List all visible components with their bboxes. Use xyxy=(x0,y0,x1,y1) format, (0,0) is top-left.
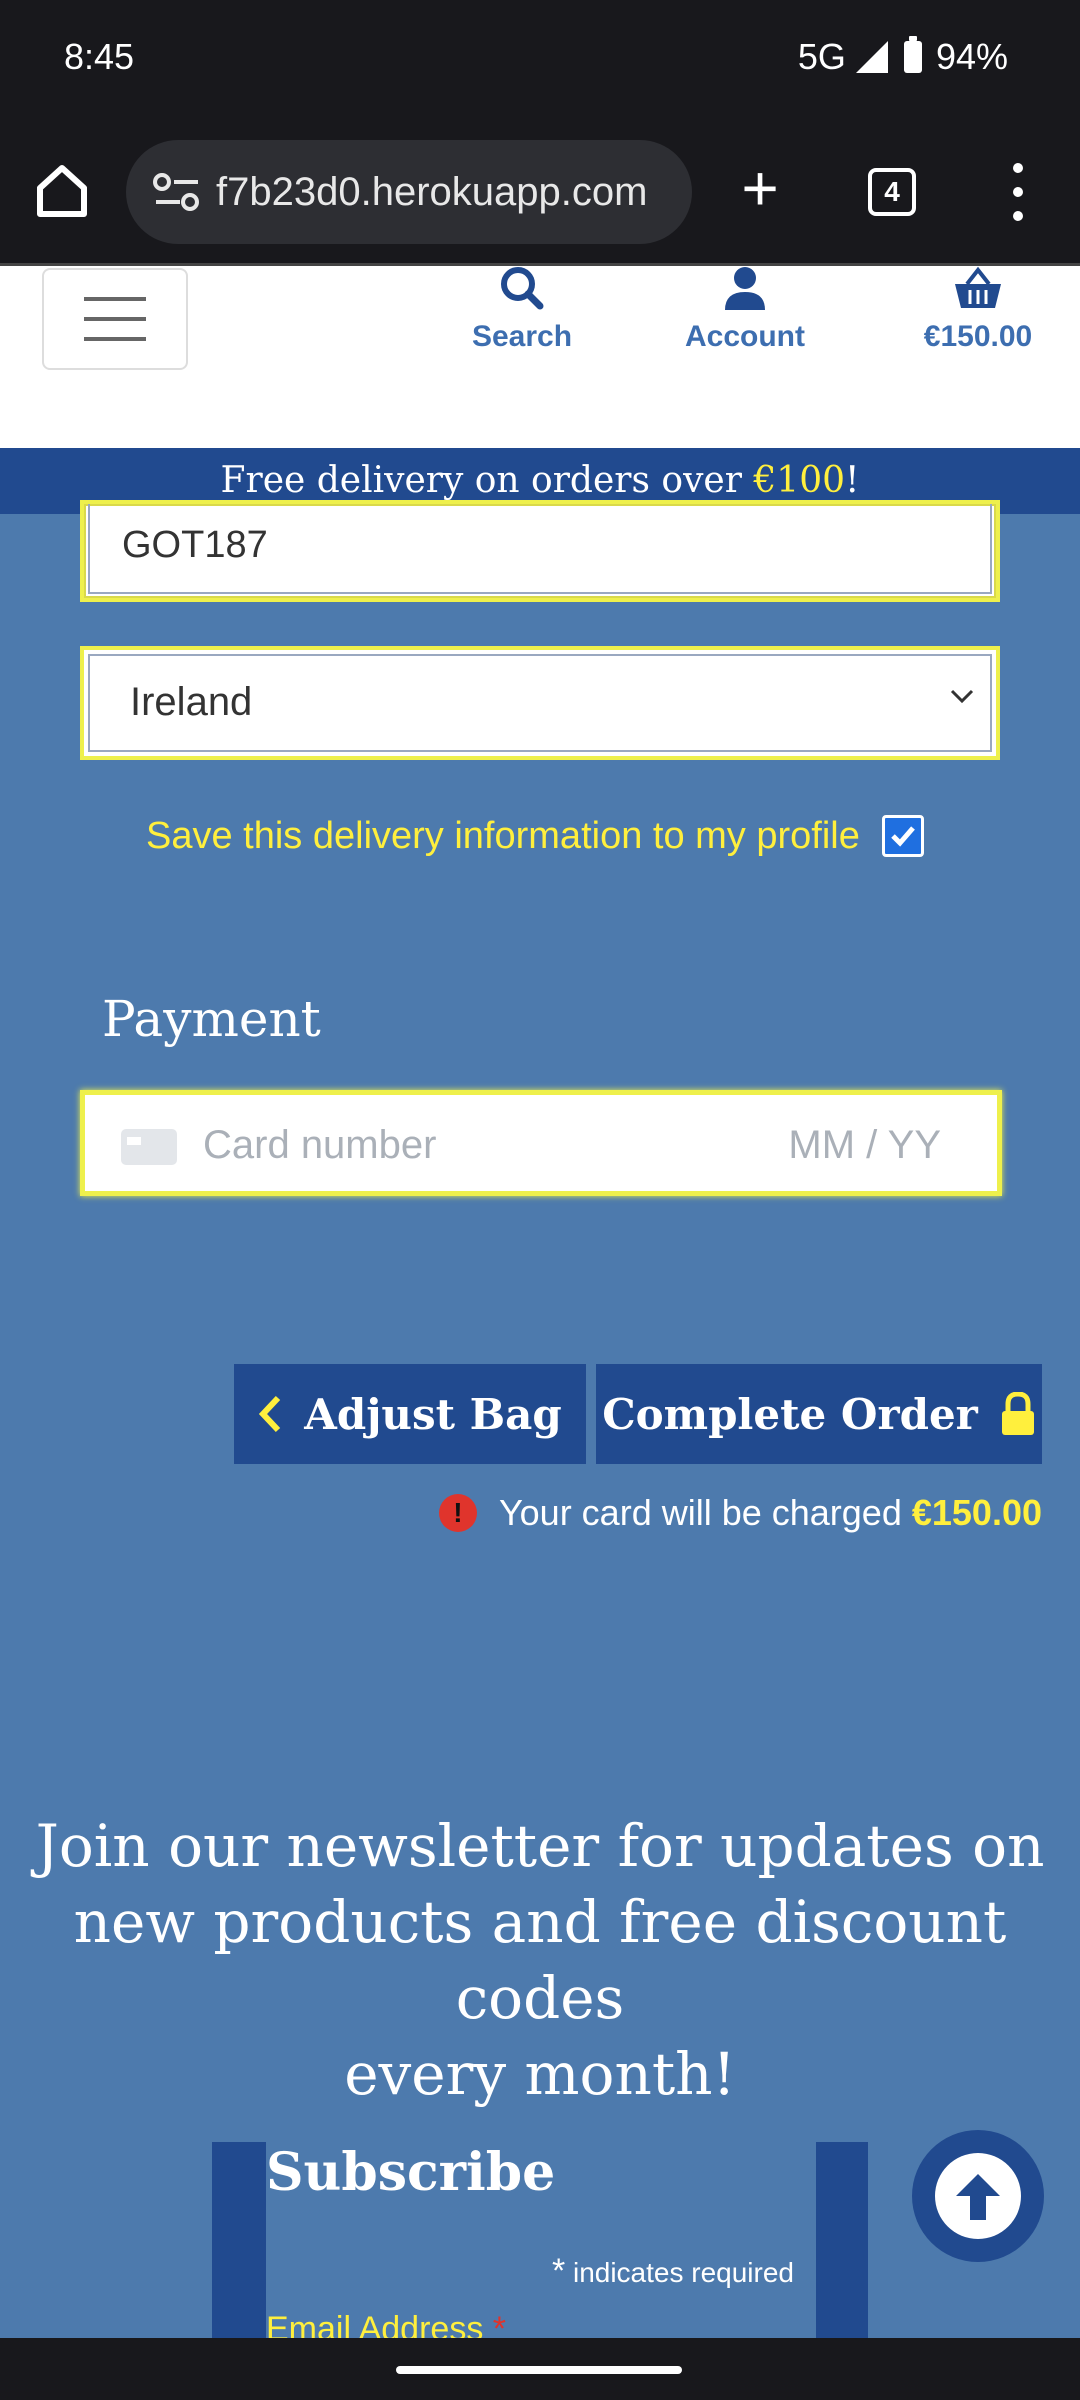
new-tab-icon[interactable]: + xyxy=(730,156,790,220)
status-time: 8:45 xyxy=(64,36,135,77)
payment-heading: Payment xyxy=(102,990,321,1048)
url-text: f7b23d0.herokuapp.com xyxy=(216,169,648,214)
required-note-text: indicates required xyxy=(572,2257,794,2288)
charge-notice: ! Your card will be charged €150.00 xyxy=(438,1492,1042,1534)
card-number-input[interactable]: Card number MM / YY xyxy=(80,1090,1002,1196)
newsletter-line: every month! xyxy=(344,2040,736,2108)
browser-toolbar: f7b23d0.herokuapp.com + 4 xyxy=(0,120,1080,266)
alert-icon: ! xyxy=(438,1494,477,1532)
subscribe-title: Subscribe xyxy=(266,2142,556,2203)
required-star: * xyxy=(551,2252,566,2290)
complete-order-label: Complete Order xyxy=(602,1389,978,1439)
promo-suffix: ! xyxy=(845,460,860,501)
battery-icon xyxy=(903,36,922,73)
hamburger-menu-button[interactable] xyxy=(42,268,188,370)
home-gesture-handle[interactable] xyxy=(396,2366,682,2374)
search-label: Search xyxy=(471,320,573,353)
status-indicators: 5G 94% xyxy=(798,36,1008,78)
account-label: Account xyxy=(685,320,805,353)
adjust-bag-label: Adjust Bag xyxy=(304,1389,562,1439)
status-bar: 8:45 5G 94% xyxy=(0,0,1080,120)
newsletter-line: new products and free discount codes xyxy=(73,1888,1007,2032)
postcode-value: GOT187 xyxy=(122,524,268,566)
more-menu-icon[interactable] xyxy=(1000,156,1036,228)
lock-icon xyxy=(1001,1392,1034,1435)
signal-icon xyxy=(855,41,888,73)
system-nav-bar xyxy=(0,2338,1080,2400)
newsletter-heading: Join our newsletter for updates on new p… xyxy=(20,1808,1060,2112)
address-bar[interactable]: f7b23d0.herokuapp.com xyxy=(126,140,692,244)
header-search-link[interactable]: Search xyxy=(432,266,612,354)
postcode-input[interactable]: GOT187 xyxy=(80,500,1000,602)
site-header: Search Account €150.00 xyxy=(0,266,1080,448)
search-icon xyxy=(501,267,544,310)
scroll-to-top-button[interactable] xyxy=(912,2130,1044,2262)
country-select[interactable]: Ireland xyxy=(80,646,1000,760)
card-number-placeholder: Card number xyxy=(203,1123,437,1167)
country-value: Ireland xyxy=(130,680,253,724)
charge-text: Your card will be charged xyxy=(498,1492,912,1533)
user-icon xyxy=(725,267,765,310)
header-bag-link[interactable]: €150.00 xyxy=(888,266,1068,354)
site-settings-icon[interactable] xyxy=(152,172,202,212)
save-info-row: Save this delivery information to my pro… xyxy=(146,806,1006,866)
save-info-label: Save this delivery information to my pro… xyxy=(146,814,860,857)
save-info-checkbox[interactable] xyxy=(881,815,924,857)
subscribe-form: Subscribe * indicates required Email Add… xyxy=(212,2142,868,2348)
checkmark-icon xyxy=(891,826,915,847)
network-type: 5G xyxy=(797,36,846,77)
expiry-placeholder[interactable]: MM / YY xyxy=(788,1123,941,1168)
charge-amount: €150.00 xyxy=(911,1492,1042,1533)
battery-level: 94% xyxy=(935,36,1008,77)
newsletter-line: Join our newsletter for updates on xyxy=(35,1812,1045,1880)
header-account-link[interactable]: Account xyxy=(655,266,835,354)
promo-amount: €100 xyxy=(753,460,846,501)
arrow-up-icon xyxy=(956,2174,1000,2220)
bag-total: €150.00 xyxy=(923,320,1033,353)
chevron-left-icon xyxy=(259,1395,281,1433)
required-note: * indicates required xyxy=(552,2252,794,2291)
adjust-bag-button[interactable]: Adjust Bag xyxy=(234,1364,586,1464)
tab-switcher-button[interactable]: 4 xyxy=(868,168,916,216)
promo-text: Free delivery on orders over xyxy=(220,460,754,501)
chevron-down-icon xyxy=(950,689,974,704)
home-icon[interactable] xyxy=(32,160,92,220)
complete-order-button[interactable]: Complete Order xyxy=(596,1364,1042,1464)
credit-card-icon xyxy=(121,1129,177,1165)
basket-icon xyxy=(955,266,1001,308)
